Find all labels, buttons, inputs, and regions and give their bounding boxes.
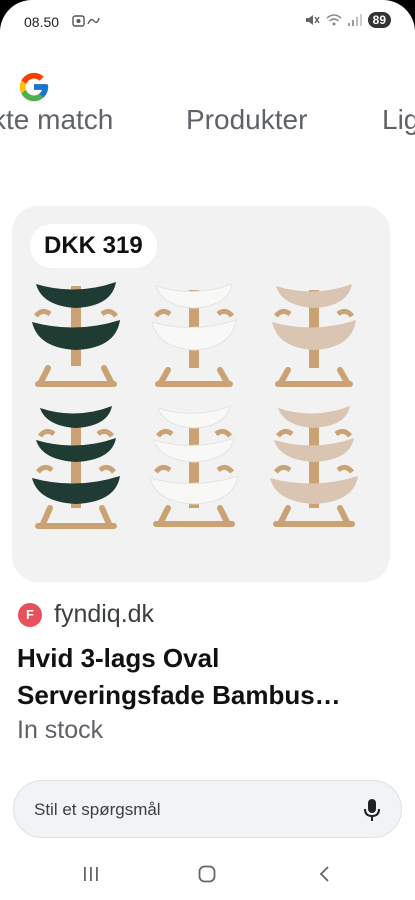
price-badge: DKK 319 [30, 224, 157, 268]
ask-question-bar[interactable] [13, 780, 402, 838]
wifi-icon [326, 14, 342, 26]
system-nav-bar [0, 850, 415, 900]
mic-icon[interactable] [363, 798, 381, 822]
merchant-favicon-icon: F [18, 602, 42, 627]
notification-icons [72, 14, 100, 31]
status-time: 08.50 [24, 14, 60, 30]
battery-indicator: 89 [367, 12, 391, 28]
mute-icon [305, 15, 320, 25]
screen: 08.50 89 kte match Produkter Lig DKK 319… [0, 0, 415, 900]
merchant-name: fyndiq.dk [54, 600, 155, 628]
signal-icon [347, 14, 362, 26]
screenshot-icon [72, 15, 100, 27]
google-g-logo[interactable] [17, 70, 51, 104]
status-bar: 08.50 89 [0, 0, 415, 48]
tab-products[interactable]: Produkter [186, 104, 307, 136]
system-icons: 89 [304, 12, 391, 28]
merchant[interactable]: F fyndiq.dk [18, 600, 154, 629]
stock-status: In stock [17, 716, 104, 744]
recents-icon[interactable] [82, 865, 100, 883]
home-icon[interactable] [198, 865, 216, 883]
tab-similar[interactable]: Lig [382, 104, 415, 136]
ask-question-input[interactable] [32, 797, 356, 823]
search-tabs: kte match Produkter Lig [0, 104, 415, 144]
tab-exact-match[interactable]: kte match [0, 104, 113, 136]
product-title[interactable]: Hvid 3-lags Oval Serveringsfade Bambus… [17, 640, 397, 714]
back-icon[interactable] [316, 865, 334, 883]
